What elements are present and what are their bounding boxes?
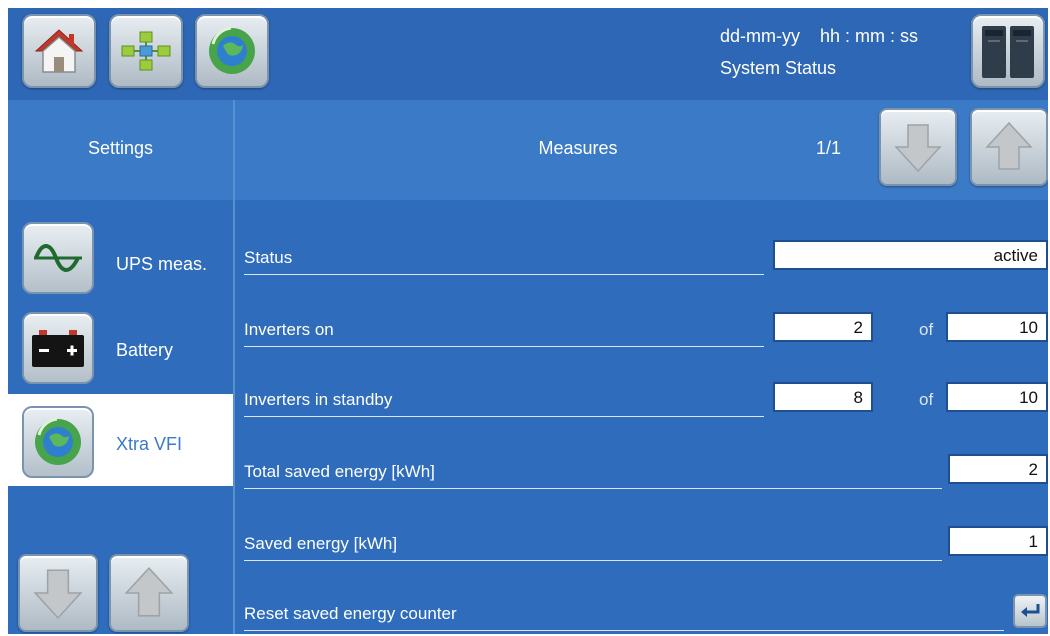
date-text: dd-mm-yy	[720, 26, 800, 46]
network-button[interactable]	[109, 14, 183, 88]
sidebar-down-button[interactable]	[18, 554, 98, 632]
main-screen: dd-mm-yy hh : mm : ss System Status Sett…	[8, 8, 1048, 634]
content-divider	[233, 200, 235, 634]
sidebar-item-label: UPS meas.	[116, 254, 208, 274]
settings-title: Settings	[87, 138, 154, 158]
sidebar-item-label: Battery	[116, 340, 174, 360]
date-time: dd-mm-yy hh : mm : ss	[720, 26, 918, 47]
network-icon	[121, 31, 171, 71]
measures-title: Measures	[538, 138, 618, 158]
inverters-on-label: Inverters on	[244, 320, 764, 347]
saved-energy-label: Saved energy [kWh]	[244, 534, 942, 561]
arrow-up-icon	[124, 566, 174, 617]
inverters-standby-label: Inverters in standby	[244, 390, 764, 417]
inverters-standby-total-value: 10	[946, 382, 1048, 412]
inverters-on-value: 2	[773, 312, 873, 342]
sidebar-item-ups-meas[interactable]: UPS meas.	[8, 214, 233, 302]
arrow-down-icon	[894, 124, 942, 173]
enter-return-icon	[1021, 604, 1040, 617]
ups-status-button[interactable]	[971, 14, 1045, 88]
home-icon	[34, 29, 84, 73]
sidebar-icon-button[interactable]	[22, 222, 94, 294]
home-button[interactable]	[22, 14, 96, 88]
system-status-text: System Status	[720, 58, 837, 78]
total-saved-energy-label: Total saved energy [kWh]	[244, 462, 942, 489]
header-divider	[233, 100, 235, 200]
xtra-vfi-button[interactable]	[195, 14, 269, 88]
sine-wave-icon	[34, 244, 82, 272]
sidebar-up-button[interactable]	[109, 554, 189, 632]
ups-cabinet-icon	[982, 26, 1034, 78]
reset-counter-label: Reset saved energy counter	[244, 604, 1004, 631]
page-indicator: 1/1	[816, 138, 842, 158]
reset-counter-button[interactable]	[1013, 594, 1047, 628]
arrow-up-icon	[985, 121, 1033, 170]
page-down-button[interactable]	[879, 108, 957, 186]
saved-energy-value: 1	[948, 526, 1048, 556]
total-saved-energy-value: 2	[948, 454, 1048, 484]
globe-icon	[209, 26, 255, 74]
of-label: of	[919, 390, 934, 409]
inverters-total-value: 10	[946, 312, 1048, 342]
of-label: of	[919, 320, 934, 339]
arrow-down-icon	[33, 569, 83, 620]
sidebar-item-battery[interactable]: Battery	[8, 306, 233, 394]
globe-icon	[35, 417, 81, 465]
inverters-standby-value: 8	[773, 382, 873, 412]
sidebar-icon-button[interactable]	[22, 406, 94, 478]
battery-icon	[32, 330, 84, 367]
page-up-button[interactable]	[970, 108, 1048, 186]
status-value: active	[773, 240, 1048, 270]
sidebar-item-xtra-vfi[interactable]: Xtra VFI	[8, 394, 233, 486]
status-label: Status	[244, 248, 764, 275]
sidebar-icon-button[interactable]	[22, 312, 94, 384]
sidebar-item-label: Xtra VFI	[116, 434, 183, 454]
time-text: hh : mm : ss	[820, 26, 919, 46]
